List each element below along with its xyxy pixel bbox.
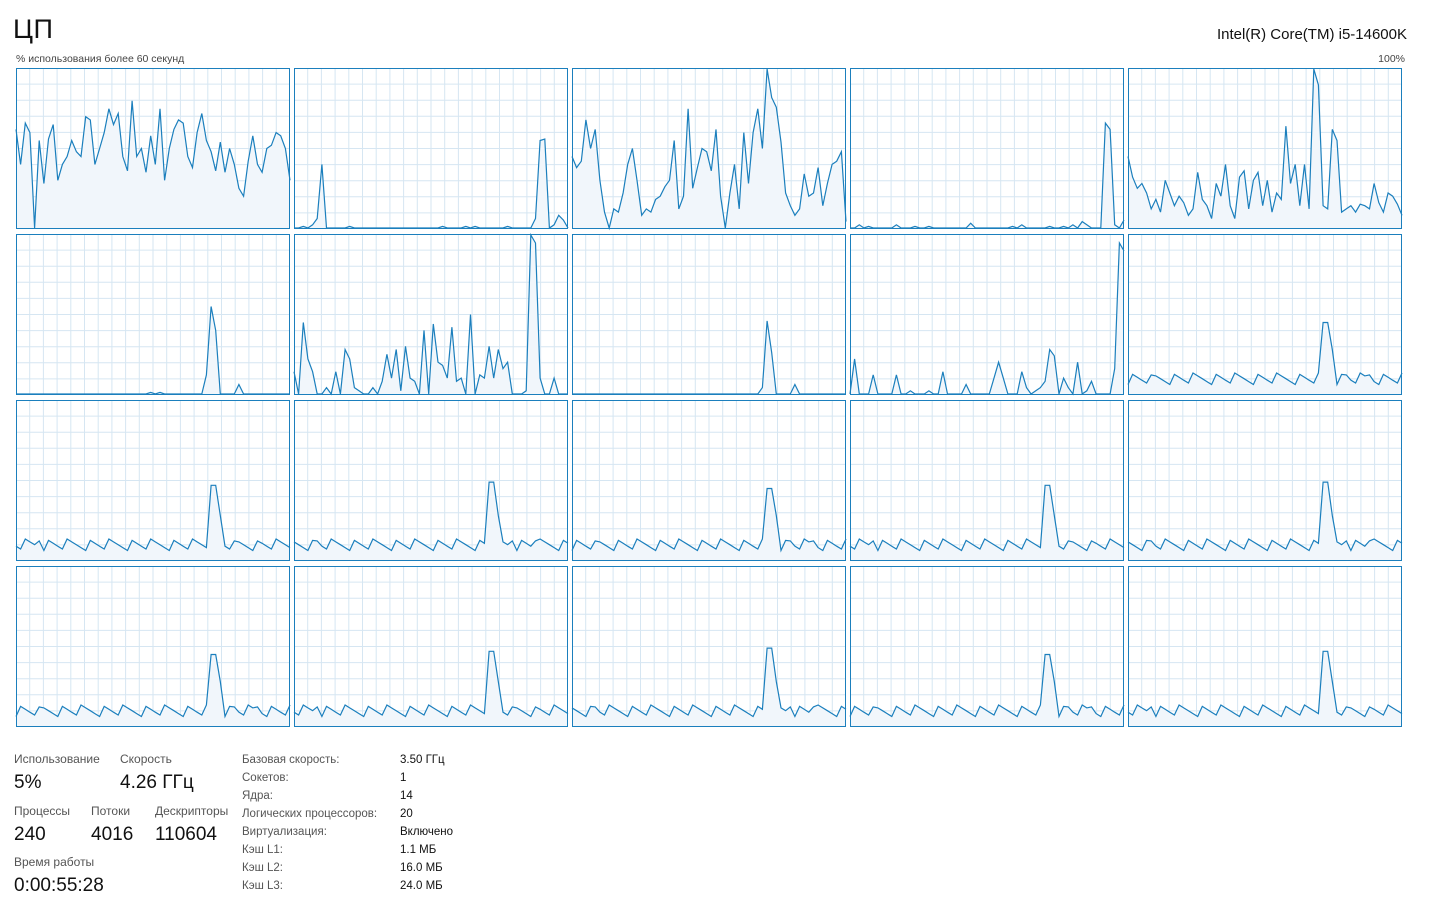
cpu-graph-1[interactable] <box>294 68 569 230</box>
info-value: 24.0 МБ <box>400 880 443 892</box>
threads-value: 4016 <box>91 824 134 845</box>
usage-stat: Использование 5% <box>14 752 100 794</box>
cpu-graph-8[interactable] <box>849 234 1125 396</box>
uptime-value: 0:00:55:28 <box>14 875 104 896</box>
cpu-graph-4[interactable] <box>1127 68 1403 229</box>
info-key: Базовая скорость: <box>242 754 340 766</box>
info-value: 14 <box>400 790 413 802</box>
uptime-stat: Время работы 0:00:55:28 <box>14 855 104 897</box>
cpu-graph-16[interactable] <box>293 566 569 727</box>
info-key: Виртуализация: <box>242 826 327 838</box>
cpu-graph-11[interactable] <box>293 400 569 561</box>
cpu-graph-0[interactable] <box>15 68 291 229</box>
info-key: Логических процессоров: <box>242 808 378 820</box>
info-key: Кэш L1: <box>242 844 283 856</box>
cpu-graph-10[interactable] <box>15 400 291 561</box>
speed-value: 4.26 ГГц <box>120 772 194 793</box>
logical-processor-graphs[interactable] <box>15 68 1406 728</box>
info-key: Кэш L3: <box>242 880 283 892</box>
cpu-graph-17[interactable] <box>571 566 847 727</box>
info-value: 1.1 МБ <box>400 844 437 856</box>
cpu-graph-2[interactable] <box>571 68 847 231</box>
graph-max-label: 100% <box>1378 53 1405 65</box>
cpu-graph-3[interactable] <box>850 68 1125 229</box>
info-value: Включено <box>400 826 454 838</box>
cpu-graph-18[interactable] <box>849 566 1125 727</box>
threads-stat: Потоки 4016 <box>91 804 133 846</box>
processes-label: Процессы <box>14 804 71 818</box>
handles-value: 110604 <box>155 824 217 845</box>
info-value: 20 <box>400 808 413 820</box>
cpu-graph-19[interactable] <box>1127 566 1403 727</box>
info-key: Ядра: <box>242 790 274 802</box>
cpu-graph-9[interactable] <box>1127 234 1403 395</box>
info-key: Сокетов: <box>242 772 289 784</box>
uptime-label: Время работы <box>14 855 95 869</box>
usage-value: 5% <box>14 772 42 793</box>
cpu-graph-15[interactable] <box>15 566 291 727</box>
speed-stat: Скорость 4.26 ГГц <box>120 752 194 794</box>
threads-label: Потоки <box>91 804 131 818</box>
cpu-graph-13[interactable] <box>849 400 1125 561</box>
processes-stat: Процессы 240 <box>14 804 70 846</box>
info-value: 1 <box>400 772 407 784</box>
handles-label: Дескрипторы <box>155 804 229 818</box>
graph-caption: % использования более 60 секунд <box>16 53 185 65</box>
info-value: 16.0 МБ <box>400 862 443 874</box>
cpu-model-name: Intel(R) Core(TM) i5-14600K <box>1216 26 1407 43</box>
handles-stat: Дескрипторы 110604 <box>155 804 228 846</box>
cpu-graph-7[interactable] <box>572 234 846 395</box>
cpu-graph-12[interactable] <box>571 400 847 561</box>
speed-label: Скорость <box>120 752 172 766</box>
page-title: ЦП <box>13 14 54 44</box>
processes-value: 240 <box>14 824 46 845</box>
cpu-graph-14[interactable] <box>1127 400 1403 561</box>
cpu-graph-5[interactable] <box>16 234 290 395</box>
usage-label: Использование <box>14 752 100 766</box>
cpu-graph-6[interactable] <box>293 232 568 396</box>
info-key: Кэш L2: <box>242 862 283 874</box>
info-value: 3.50 ГГц <box>400 754 445 766</box>
